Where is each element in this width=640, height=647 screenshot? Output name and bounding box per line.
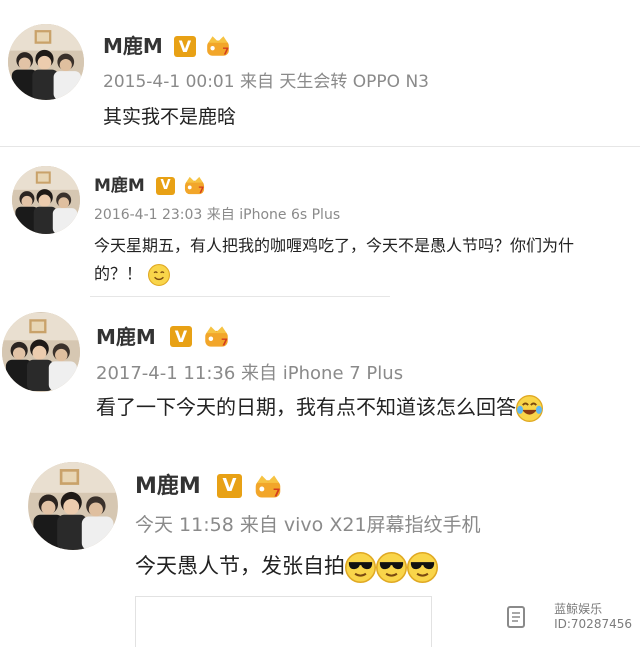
sunglasses-emoji-icon — [376, 551, 407, 583]
avatar[interactable] — [12, 166, 80, 234]
post-meta: 2016-4-1 23:03 来自 iPhone 6s Plus — [94, 206, 340, 225]
post-text: 今天愚人节，发张自拍 — [135, 551, 438, 583]
post-source[interactable]: 天生会转 OPPO N3 — [279, 72, 429, 92]
verified-v-badge: V — [217, 474, 242, 498]
source-prefix: 来自 — [206, 207, 235, 223]
post-text: 看了一下今天的日期，我有点不知道该怎么回答 — [96, 394, 543, 422]
crown-badge-icon — [207, 36, 230, 58]
post-text-line-2: 的？！ — [94, 263, 171, 286]
post-2015: M鹿M V 2015-4-1 00:01 来自 天生会转 OPPO N3 其实我… — [0, 0, 640, 150]
post-2016: M鹿M V 2016-4-1 23:03 来自 iPhone 6s Plus 今… — [0, 150, 640, 300]
post-meta: 今天 11:58 来自 vivo X21屏幕指纹手机 — [135, 513, 481, 538]
post-meta: 2017-4-1 11:36 来自 iPhone 7 Plus — [96, 362, 403, 385]
post-source[interactable]: iPhone 7 Plus — [283, 363, 403, 384]
post-text-content: 看了一下今天的日期，我有点不知道该怎么回答 — [96, 395, 516, 419]
brand-logo-icon — [507, 606, 525, 628]
divider — [0, 146, 640, 147]
post-source[interactable]: iPhone 6s Plus — [239, 207, 340, 223]
post-time[interactable]: 今天 11:58 — [135, 514, 234, 536]
verified-v-badge: V — [174, 36, 196, 57]
crown-badge-icon — [205, 326, 229, 349]
avatar[interactable] — [8, 24, 84, 100]
post-today: M鹿M V 今天 11:58 来自 vivo X21屏幕指纹手机 今天愚人节，发… — [0, 450, 640, 647]
watermark: 蓝鲸娱乐 ID:70287456 — [554, 602, 632, 632]
post-text-line-2-text: 的？！ — [94, 264, 143, 283]
post-time[interactable]: 2017-4-1 11:36 — [96, 363, 235, 384]
post-meta: 2015-4-1 00:01 来自 天生会转 OPPO N3 — [103, 71, 429, 93]
divider — [90, 296, 390, 297]
username[interactable]: M鹿M — [135, 473, 201, 501]
post-text: 其实我不是鹿晗 — [103, 106, 237, 128]
source-prefix: 来自 — [239, 514, 278, 536]
watermark-id: ID:70287456 — [554, 617, 632, 631]
post-2017: M鹿M V 2017-4-1 11:36 来自 iPhone 7 Plus 看了… — [0, 300, 640, 450]
avatar[interactable] — [2, 312, 80, 392]
post-time[interactable]: 2016-4-1 23:03 — [94, 207, 202, 223]
sunglasses-emoji-icon — [345, 551, 376, 583]
verified-v-badge: V — [170, 326, 192, 347]
source-prefix: 来自 — [241, 363, 278, 384]
crown-badge-icon — [255, 475, 281, 500]
post-text-content: 今天愚人节，发张自拍 — [135, 554, 345, 578]
image-placeholder[interactable] — [135, 596, 432, 647]
crown-badge-icon — [184, 176, 205, 196]
username[interactable]: M鹿M — [103, 33, 163, 59]
smile-emoji-icon — [148, 263, 171, 286]
post-source[interactable]: vivo X21屏幕指纹手机 — [284, 514, 481, 536]
username[interactable]: M鹿M — [94, 175, 145, 197]
watermark-brand: 蓝鲸娱乐 — [554, 602, 603, 616]
avatar[interactable] — [28, 462, 118, 550]
post-time[interactable]: 2015-4-1 00:01 — [103, 72, 235, 92]
sunglasses-emoji-icon — [407, 551, 438, 583]
laugh-cry-emoji-icon — [516, 395, 543, 422]
source-prefix: 来自 — [239, 72, 274, 92]
username[interactable]: M鹿M — [96, 324, 156, 350]
post-text-line-1: 今天星期五，有人把我的咖喱鸡吃了，今天不是愚人节吗？你们为什 — [94, 236, 575, 255]
verified-v-badge: V — [156, 177, 175, 195]
